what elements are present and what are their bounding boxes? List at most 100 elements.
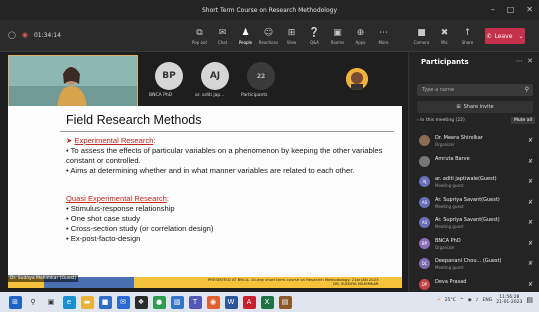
participant-row[interactable]: AJ ar. aditi japtiwale(Guest) Meeting gues… bbox=[417, 173, 535, 194]
search-icon: ⚲ bbox=[524, 86, 529, 93]
toolbar-chat-button[interactable]: ✉ Chat bbox=[211, 23, 234, 49]
search-input[interactable]: Type a name ⚲ bbox=[417, 84, 533, 96]
acrobat-icon[interactable]: A bbox=[242, 295, 256, 309]
mic-off-icon[interactable]: ✘ bbox=[528, 281, 533, 288]
search-placeholder: Type a name bbox=[422, 87, 454, 93]
toolbar-label: Q&A bbox=[309, 39, 319, 45]
share-invite-button[interactable]: ⊞ Share invite bbox=[417, 101, 533, 113]
lang-indicator[interactable]: ENG bbox=[483, 298, 493, 303]
avatar bbox=[419, 155, 430, 167]
toolbar-view-button[interactable]: ⊞ View bbox=[280, 23, 303, 49]
participant-row[interactable]: Dr. Meera Shirolkar Organizer ✘ bbox=[417, 132, 535, 153]
participant-tile[interactable]: BP bbox=[155, 62, 183, 90]
participant-row[interactable]: BP BNCA PhD Organizer ✘ bbox=[417, 235, 535, 256]
toolbar-reactions-button[interactable]: ☺ Reactions bbox=[257, 23, 280, 49]
record-icon: ◉ bbox=[21, 31, 28, 39]
toolbar-qa-button[interactable]: ❔ Q&A bbox=[303, 23, 326, 49]
toolbar-label: View bbox=[286, 39, 297, 45]
minimize-icon[interactable]: – bbox=[491, 5, 495, 14]
firefox-icon[interactable]: ◉ bbox=[206, 295, 220, 309]
toolbar-label: People bbox=[238, 39, 253, 45]
participant-photo[interactable] bbox=[346, 68, 368, 90]
participant-row[interactable]: AS Ar. Supriya Savant(Guest) Meeting guest… bbox=[417, 214, 535, 235]
volume-icon[interactable]: ♪ bbox=[476, 298, 479, 303]
tray-chevron-icon[interactable]: ^ bbox=[460, 298, 464, 303]
close-panel-icon[interactable]: ✕ bbox=[527, 57, 533, 65]
search-icon[interactable]: ⚲ bbox=[27, 296, 40, 309]
teams-icon[interactable]: ❖ bbox=[134, 295, 148, 309]
mic-off-icon[interactable]: ✘ bbox=[528, 137, 533, 144]
toolbar-camera-button[interactable]: ■ Camera bbox=[410, 23, 433, 49]
clock[interactable]: 11:56:28 21-01-2023 bbox=[496, 295, 522, 305]
toolbar-popout-button[interactable]: ⧉ Pop out bbox=[188, 23, 211, 49]
store-icon[interactable]: ■ bbox=[98, 295, 112, 309]
in-meeting-header[interactable]: › In this meeting (22) Mute all bbox=[417, 117, 535, 124]
word-icon[interactable]: W bbox=[224, 295, 238, 309]
mic-off-icon[interactable]: ✘ bbox=[528, 260, 533, 267]
network-icon[interactable]: ◉ bbox=[468, 298, 472, 303]
weather-icon: ☀ bbox=[436, 297, 441, 303]
toolbar-apps-button[interactable]: ⊕ Apps bbox=[349, 23, 372, 49]
leave-button[interactable]: ✆ Leave ⌄ bbox=[485, 28, 525, 44]
participant-name: Ar. Supriya Savant(Guest) bbox=[435, 217, 500, 223]
teams-window: Short Term Course on Research Methodolog… bbox=[0, 0, 539, 312]
toolbar-label: Rooms bbox=[330, 39, 345, 45]
mic-off-icon: ✖ bbox=[440, 27, 449, 38]
toolbar-more-button[interactable]: ⋯ More bbox=[372, 23, 395, 49]
toolbar-rooms-button[interactable]: ▣ Rooms bbox=[326, 23, 349, 49]
tile-label: BNCA PhD bbox=[149, 93, 173, 98]
photos-icon[interactable]: ▧ bbox=[170, 295, 184, 309]
shared-slide: Field Research Methods ➤ Experimental Re… bbox=[8, 106, 402, 288]
chrome-icon[interactable]: ● bbox=[152, 295, 166, 309]
app-icon[interactable]: ▤ bbox=[278, 295, 292, 309]
mail-icon[interactable]: ✉ bbox=[116, 295, 130, 309]
mic-off-icon[interactable]: ✘ bbox=[528, 178, 533, 185]
bullet-6: • Ex-post-facto-design bbox=[66, 234, 141, 243]
more-options-icon[interactable]: ⋯ bbox=[516, 57, 523, 65]
participant-role: Meeting guest bbox=[435, 183, 464, 188]
participants-count-tile[interactable]: 22 bbox=[247, 62, 275, 90]
teams-app-icon[interactable]: T bbox=[188, 295, 202, 309]
leave-label: Leave bbox=[494, 32, 513, 40]
mic-off-icon[interactable]: ✘ bbox=[528, 219, 533, 226]
participants-panel: Participants ⋯ ✕ Type a name ⚲ ⊞ Share i… bbox=[408, 52, 539, 292]
chevron-down-icon[interactable]: ⌄ bbox=[518, 33, 523, 40]
toolbar-label: Chat bbox=[217, 39, 228, 45]
edge-icon[interactable]: e bbox=[62, 295, 76, 309]
speaker-video[interactable] bbox=[8, 55, 138, 107]
toolbar-label: Apps bbox=[355, 39, 366, 45]
toolbar-share-button[interactable]: ↑ Share bbox=[456, 23, 479, 49]
windows-taskbar: ⊞ ⚲ ▣ e ▬ ■ ✉ ❖ ● ▧ T ◉ W A X ▤ ☀ 25°C ^ ◉ ♪ ENG 11:56:… bbox=[0, 292, 539, 312]
mic-off-icon[interactable]: ✘ bbox=[528, 199, 533, 206]
maximize-icon[interactable]: □ bbox=[507, 5, 515, 14]
avatar: AJ bbox=[419, 176, 430, 187]
rooms-icon: ▣ bbox=[333, 27, 342, 38]
participant-row[interactable]: Amruta Barve ✘ bbox=[417, 153, 535, 174]
view-icon: ⊞ bbox=[287, 27, 296, 38]
task-view-icon[interactable]: ▣ bbox=[45, 296, 58, 309]
participant-name: Amruta Barve bbox=[435, 155, 470, 162]
start-icon[interactable]: ⊞ bbox=[8, 295, 22, 309]
explorer-icon[interactable]: ▬ bbox=[80, 295, 94, 309]
video-frame bbox=[9, 56, 137, 106]
toolbar-mic-button[interactable]: ✖ Mic bbox=[433, 23, 456, 49]
participant-row[interactable]: AS Ar. Supriya Savant(Guest) Meeting guest… bbox=[417, 194, 535, 215]
notification-icon[interactable]: ▤ bbox=[526, 296, 533, 304]
bullet-4: • One shot case study bbox=[66, 214, 140, 223]
participant-role: Meeting guest bbox=[435, 224, 464, 229]
meeting-timer: 01:34:14 bbox=[33, 31, 61, 39]
mic-off-icon[interactable]: ✘ bbox=[528, 240, 533, 247]
slide-footer-text: PRESENTED AT BNCA- 10-day short term cou… bbox=[208, 278, 379, 286]
mute-all-button[interactable]: Mute all bbox=[511, 117, 535, 124]
close-icon[interactable]: ✕ bbox=[526, 5, 533, 14]
reactions-icon: ☺ bbox=[263, 27, 274, 38]
share-invite-label: Share invite bbox=[463, 104, 494, 110]
toolbar-people-button[interactable]: ♟ People bbox=[234, 23, 257, 49]
participant-list: Dr. Meera Shirolkar Organizer ✘ Amruta Barv… bbox=[417, 132, 535, 296]
participant-row[interactable]: DC Deepanani Chou... (Guest) Meeting guest… bbox=[417, 255, 535, 276]
apps-icon: ⊕ bbox=[356, 27, 365, 38]
avatar bbox=[419, 135, 430, 146]
participant-tile[interactable]: AJ bbox=[201, 62, 229, 90]
mic-off-icon[interactable]: ✘ bbox=[528, 158, 533, 165]
excel-icon[interactable]: X bbox=[260, 295, 274, 309]
